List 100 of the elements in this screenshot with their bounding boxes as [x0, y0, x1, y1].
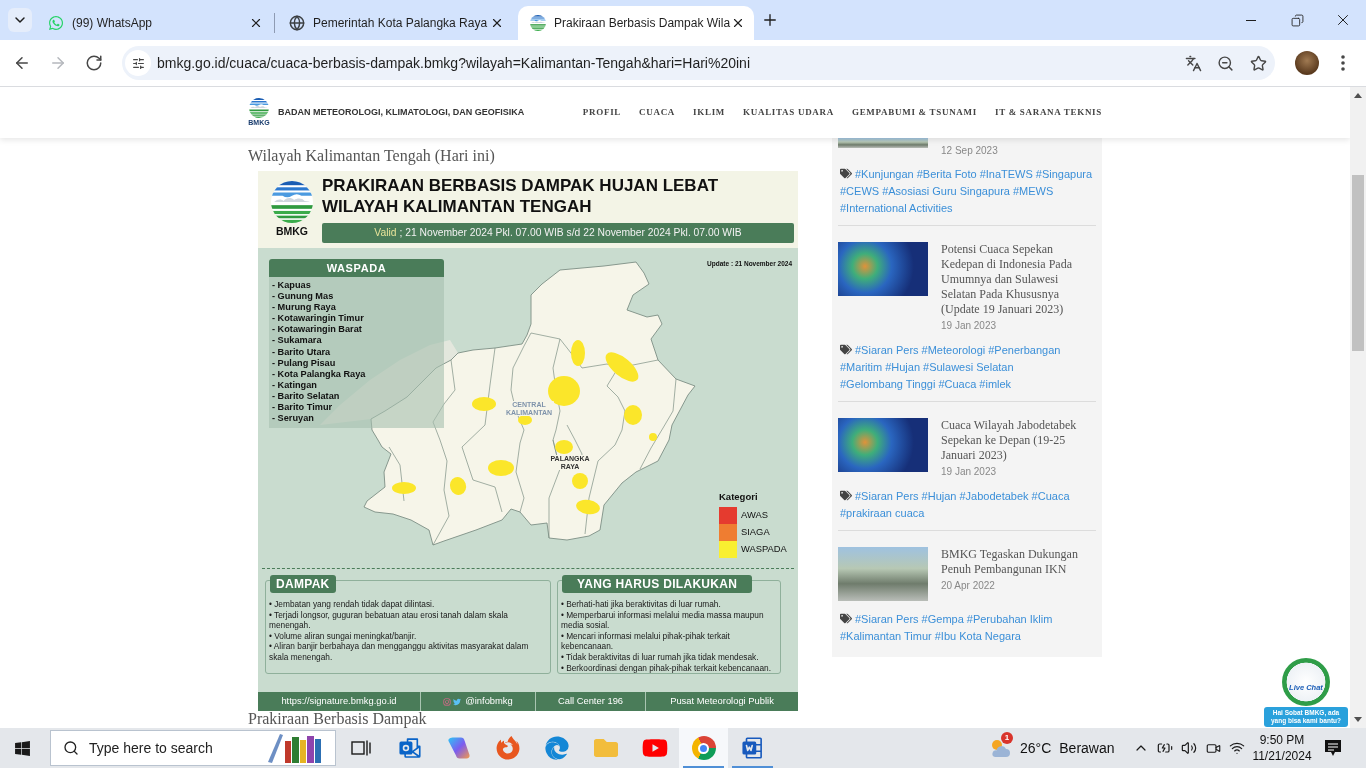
tag-link[interactable]: #Berita Foto — [916, 166, 977, 183]
region-name: - Barito Selatan — [272, 390, 340, 403]
swirl-app-icon — [446, 736, 471, 760]
browser-tab[interactable]: (99) WhatsApp — [36, 6, 272, 40]
warning-area — [548, 376, 580, 406]
post-title-link[interactable]: BMKG Tegaskan Dukungan Penuh Pembangunan IKN — [941, 547, 1093, 577]
warning-area — [624, 405, 642, 425]
impact-item: • Jembatan yang rendah tidak dapat dilintasi. — [269, 599, 436, 610]
valid-label: Valid — [374, 226, 397, 241]
tag-link[interactable]: #Kunjungan — [855, 166, 914, 183]
tag-link[interactable]: #Singapura — [1035, 166, 1093, 183]
post-date: 20 Apr 2022 — [941, 580, 995, 592]
organization-name[interactable]: BADAN METEOROLOGI, KLIMATOLOGI, DAN GEOFISIKA — [278, 105, 525, 120]
tag-link[interactable]: #Hujan — [921, 488, 957, 505]
warning-area — [449, 477, 467, 495]
browser-tab[interactable]: Pemerintah Kota Palangka Raya — [277, 6, 513, 40]
firefox-icon — [495, 736, 520, 760]
profile-avatar[interactable] — [1295, 51, 1319, 75]
battery-icon — [1157, 740, 1173, 756]
site-info-button[interactable] — [125, 50, 151, 76]
folder-icon — [593, 736, 618, 760]
close-icon — [731, 16, 745, 30]
post-title-link[interactable]: Potensi Cuaca Sepekan Kedepan di Indonesia Pada Umumnya dan Sulawesi Selatan Pada Khususnya (Update 19 Januari 2023) — [941, 242, 1093, 317]
whatsapp-icon — [48, 15, 64, 31]
impact-item: • Aliran banjir berbahaya dan mengganggu aktivitas masyarakat dalam skala menengah. — [269, 641, 530, 663]
post-title-link[interactable]: Cuaca Wilayah Jabodetabek Sepekan ke Depan (19-25 Januari 2023) — [941, 418, 1093, 463]
scroll-down-icon — [1354, 717, 1362, 722]
post-date: 19 Jan 2023 — [941, 466, 997, 478]
legend-label: SIAGA — [741, 525, 770, 540]
tab-search-button[interactable] — [8, 8, 32, 32]
tag-link[interactable]: #Siaran Pers — [855, 611, 919, 628]
tag-link[interactable]: #Perubahan Iklim — [966, 611, 1053, 628]
action-item: • Mencari informasi melalui pihak-pihak terkait kebencanaan. — [561, 630, 731, 652]
tag-link[interactable]: #Siaran Pers — [855, 342, 919, 359]
region-name: - Murung Raya — [272, 302, 336, 314]
tags-icon — [840, 490, 852, 501]
plus-icon — [761, 11, 779, 29]
tag-link[interactable]: #International Activities — [840, 200, 953, 217]
region-name: - Katingan — [272, 379, 317, 391]
warning-area — [605, 352, 639, 382]
tag-link[interactable]: #Maritim — [840, 359, 883, 376]
tags-icon — [840, 168, 852, 179]
tag-link[interactable]: #imlek — [979, 376, 1012, 393]
panel-heading: DAMPAK — [270, 575, 336, 593]
scroll-up-icon — [1354, 93, 1362, 98]
impact-item: • Terjadi longsor, guguran bebatuan atau erosi tanah dalam skala menengah. — [269, 609, 509, 631]
tag-link[interactable]: #Penerbangan — [988, 342, 1061, 359]
tag-link[interactable]: #Gelombang Tinggi — [840, 376, 936, 393]
task-view-icon — [350, 740, 371, 756]
region-name: - Barito Utara — [272, 346, 331, 358]
scrollbar-thumb[interactable] — [1352, 175, 1364, 351]
star-icon — [1249, 54, 1267, 72]
minimize-icon — [1246, 19, 1256, 21]
footer-text: Pusat Meteorologi Publik — [670, 694, 774, 709]
nav-link[interactable]: PROFIL — [582, 105, 622, 120]
tag-link[interactable]: #Siaran Pers — [855, 488, 919, 505]
browser-tab[interactable]: Prakiraan Berbasis Dampak Wila — [518, 6, 754, 40]
notification-badge: 1 — [1001, 732, 1013, 744]
taskbar-app-button[interactable] — [679, 728, 728, 768]
tag-link[interactable]: #MEWS — [1012, 183, 1054, 200]
outlook-icon — [396, 735, 423, 761]
globe-icon — [289, 15, 305, 31]
edge-icon — [544, 736, 569, 760]
search-input[interactable]: Type here to search — [89, 737, 223, 759]
warning-area — [649, 433, 657, 441]
translate-icon — [1184, 54, 1202, 72]
nav-link[interactable]: CUACA — [639, 105, 676, 120]
tag-link[interactable]: #Kalimantan Timur — [840, 628, 932, 645]
address-bar[interactable]: bmkg.go.id/cuaca/cuaca-berbasis-dampak.bmkg?wilayah=Kalimantan-Tengah&hari=Hari%20ini — [122, 46, 1275, 80]
search-field[interactable]: Type here to search — [50, 730, 336, 766]
alert-level-heading: WASPADA — [269, 259, 444, 277]
tag-link[interactable]: #Meteorologi — [921, 342, 986, 359]
close-icon — [249, 16, 263, 30]
clock-button[interactable]: 9:50 PM 11/21/2024 — [1249, 728, 1315, 768]
warning-area — [472, 397, 496, 411]
nav-link[interactable]: KUALITAS UDARA — [743, 105, 834, 120]
tag-link[interactable]: #Ibu Kota Negara — [934, 628, 1021, 645]
warning-area — [576, 499, 600, 515]
infographic-title: PRAKIRAAN BERBASIS DAMPAK HUJAN LEBAT WILAYAH KALIMANTAN TENGAH — [322, 175, 720, 217]
nav-link[interactable]: IT & SARANA TEKNIS — [994, 105, 1102, 120]
nav-link[interactable]: GEMPABUMI & TSUNAMI — [851, 105, 977, 120]
tag-link[interactable]: #Asosiasi Guru Singapura — [882, 183, 1010, 200]
warning-area — [571, 340, 585, 366]
tag-link[interactable]: #Gempa — [921, 611, 964, 628]
region-name: - Kota Palangka Raya — [272, 368, 366, 380]
warning-area — [518, 415, 532, 425]
tag-link[interactable]: #Cuaca — [938, 376, 977, 393]
tag-link[interactable]: #Hujan — [885, 359, 921, 376]
tune-icon — [131, 56, 145, 70]
region-name: - Seruyan — [272, 413, 314, 425]
nav-link[interactable]: IKLIM — [693, 105, 726, 120]
tag-link[interactable]: #InaTEWS — [979, 166, 1033, 183]
warning-area — [572, 473, 588, 489]
tag-link[interactable]: #Jabodetabek — [959, 488, 1029, 505]
weather-button[interactable]: 1 26°C Berawan — [984, 728, 1116, 768]
tag-link[interactable]: #Sulawesi Selatan — [923, 359, 1014, 376]
tag-link[interactable]: #prakiraan cuaca — [840, 505, 925, 522]
action-item: • Memperbarui informasi melalui media massa maupun media sosial. — [561, 609, 765, 631]
tag-link[interactable]: #Cuaca — [1031, 488, 1070, 505]
tag-link[interactable]: #CEWS — [840, 183, 880, 200]
